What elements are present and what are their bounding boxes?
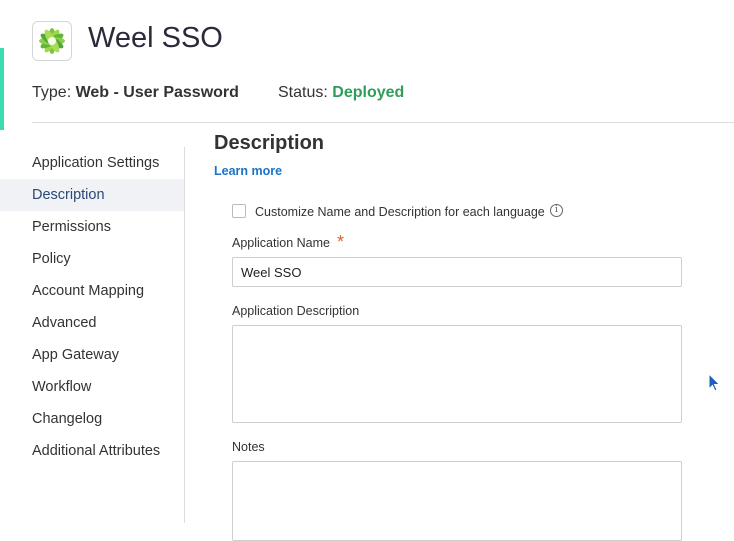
learn-more-link[interactable]: Learn more — [214, 164, 282, 178]
accent-bar — [0, 48, 4, 130]
sidebar-item-description[interactable]: Description — [0, 179, 184, 211]
mouse-cursor-icon — [708, 372, 722, 393]
sidebar-item-app-gateway[interactable]: App Gateway — [0, 339, 184, 371]
app-type: Type: Web - User Password — [32, 84, 239, 102]
sidebar-item-workflow[interactable]: Workflow — [0, 371, 184, 403]
sidebar-item-account-mapping[interactable]: Account Mapping — [0, 275, 184, 307]
type-label: Type: — [32, 84, 72, 101]
app-status: Status: Deployed — [278, 84, 404, 102]
app-description-textarea[interactable] — [232, 325, 682, 423]
customize-language-label: Customize Name and Description for each … — [255, 205, 545, 219]
section-title: Description — [214, 132, 325, 154]
sidebar-item-permissions[interactable]: Permissions — [0, 211, 184, 243]
app-title: Weel SSO — [88, 22, 223, 54]
customize-language-checkbox[interactable] — [232, 204, 246, 218]
sidebar-item-policy[interactable]: Policy — [0, 243, 184, 275]
sidebar-item-application-settings[interactable]: Application Settings — [0, 147, 184, 179]
app-description-label: Application Description — [232, 304, 360, 318]
header-divider — [32, 122, 734, 123]
status-value: Deployed — [332, 84, 405, 101]
notes-textarea[interactable] — [232, 461, 682, 541]
sidebar-item-additional-attributes[interactable]: Additional Attributes — [0, 435, 184, 467]
sidebar-nav: Application Settings Description Permiss… — [0, 147, 185, 523]
app-logo-icon — [32, 21, 72, 61]
type-value: Web - User Password — [75, 84, 239, 101]
sidebar-item-changelog[interactable]: Changelog — [0, 403, 184, 435]
notes-label: Notes — [232, 440, 265, 454]
app-name-label: Application Name — [232, 236, 330, 250]
sidebar-item-advanced[interactable]: Advanced — [0, 307, 184, 339]
required-marker: * — [337, 232, 345, 252]
app-name-input[interactable] — [232, 257, 682, 287]
info-icon[interactable]: i — [550, 204, 563, 217]
status-label: Status: — [278, 84, 328, 101]
